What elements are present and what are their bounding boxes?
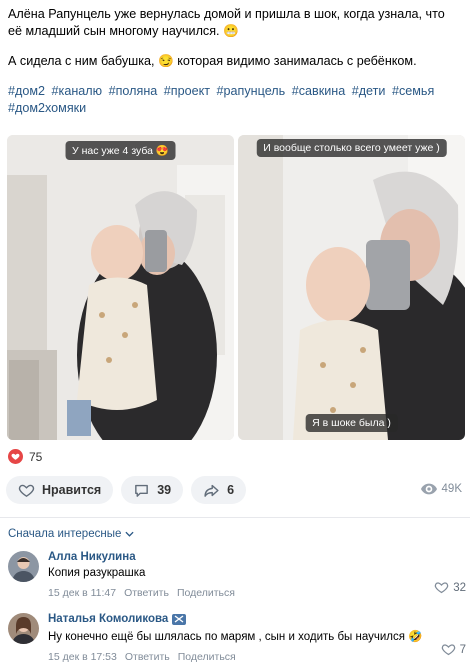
- photo-caption: И вообще столько всего умеет уже ): [256, 139, 447, 157]
- hashtag-link[interactable]: #рапунцель: [217, 84, 286, 98]
- hashtags: #дом2 #каналю #поляна #проект #рапунцель…: [8, 83, 462, 117]
- heart-icon: [441, 644, 455, 656]
- photo-1[interactable]: У нас уже 4 зуба 😍: [7, 135, 234, 440]
- comment-date[interactable]: 15 дек в 11:47: [48, 587, 116, 599]
- share-comment-button[interactable]: Поделиться: [178, 651, 236, 663]
- avatar[interactable]: [8, 613, 39, 644]
- like-button[interactable]: Нравится: [6, 476, 114, 504]
- avatar[interactable]: [8, 551, 39, 582]
- comments-count: 39: [157, 483, 172, 497]
- comment: Алла Никулина Копия разукрашка 15 дек в …: [8, 551, 466, 603]
- reply-button[interactable]: Ответить: [125, 651, 170, 663]
- comment-like-button[interactable]: 7: [441, 642, 466, 657]
- reactions-count: 75: [29, 449, 43, 464]
- photo-2[interactable]: И вообще столько всего умеет уже ) Я в ш…: [238, 135, 465, 440]
- heart-icon: [18, 484, 35, 497]
- eye-icon: [420, 483, 437, 495]
- comment-meta: 15 дек в 11:47 Ответить Поделиться: [48, 587, 466, 599]
- share-button[interactable]: 6: [191, 476, 247, 504]
- comment: Наталья Комоликова Ну конечно ещё бы шля…: [8, 613, 466, 665]
- heart-icon: [434, 582, 449, 594]
- comment-like-count: 7: [459, 643, 466, 656]
- hashtag-link[interactable]: #дети: [352, 84, 386, 98]
- comment-body: Алла Никулина Копия разукрашка 15 дек в …: [48, 551, 466, 599]
- comment-like-count: 32: [453, 581, 466, 594]
- share-comment-button[interactable]: Поделиться: [177, 587, 235, 599]
- comments-button[interactable]: 39: [121, 476, 184, 504]
- post-text: Алёна Рапунцель уже вернулась домой и пр…: [8, 6, 462, 130]
- chevron-down-icon: [125, 531, 134, 537]
- reactions-summary[interactable]: 75: [8, 449, 42, 464]
- post-text-line-2: А сидела с ним бабушка, 😏 которая видимо…: [8, 54, 417, 68]
- share-icon: [204, 484, 219, 497]
- photo-caption: У нас уже 4 зуба 😍: [65, 141, 176, 160]
- sort-label: Сначала интересные: [8, 528, 122, 540]
- views-count: 49K: [441, 483, 462, 495]
- hashtag-link[interactable]: #поляна: [109, 84, 158, 98]
- post-actions: Нравится 39 6: [6, 476, 247, 504]
- comment-author[interactable]: Наталья Комоликова: [48, 613, 466, 625]
- photo-2-image: [238, 135, 465, 440]
- comment-author[interactable]: Алла Никулина: [48, 551, 466, 563]
- photo-1-image: [7, 135, 234, 440]
- comment-date[interactable]: 15 дек в 17:53: [48, 651, 117, 663]
- comment-body: Наталья Комоликова Ну конечно ещё бы шля…: [48, 613, 466, 663]
- comment-like-button[interactable]: 32: [434, 580, 466, 595]
- like-label: Нравится: [42, 483, 102, 497]
- divider: [0, 517, 470, 518]
- hashtag-link[interactable]: #каналю: [52, 84, 103, 98]
- views-counter: 49K: [420, 483, 462, 495]
- comment-text: Ну конечно ещё бы шлялась по марям , сын…: [48, 631, 423, 643]
- comment-text: Копия разукрашка: [48, 567, 146, 579]
- comment-meta: 15 дек в 17:53 Ответить Поделиться: [48, 651, 466, 663]
- hashtag-link[interactable]: #дом2хомяки: [8, 101, 86, 115]
- comments-sort-dropdown[interactable]: Сначала интересные: [8, 528, 134, 540]
- hashtag-link[interactable]: #семья: [392, 84, 434, 98]
- shares-count: 6: [227, 483, 235, 497]
- hashtag-link[interactable]: #савкина: [292, 84, 346, 98]
- hashtag-link[interactable]: #дом2: [8, 84, 45, 98]
- reply-button[interactable]: Ответить: [124, 587, 169, 599]
- heart-reaction-icon: [8, 449, 23, 464]
- post-text-line-1: Алёна Рапунцель уже вернулась домой и пр…: [8, 7, 445, 38]
- comment-icon: [135, 484, 149, 497]
- hashtag-link[interactable]: #проект: [164, 84, 210, 98]
- photo-gallery: У нас уже 4 зуба 😍 И вообще столько всег…: [7, 135, 465, 440]
- photo-caption-bottom: Я в шоке была ): [305, 414, 398, 432]
- verified-badge-icon: [172, 613, 187, 625]
